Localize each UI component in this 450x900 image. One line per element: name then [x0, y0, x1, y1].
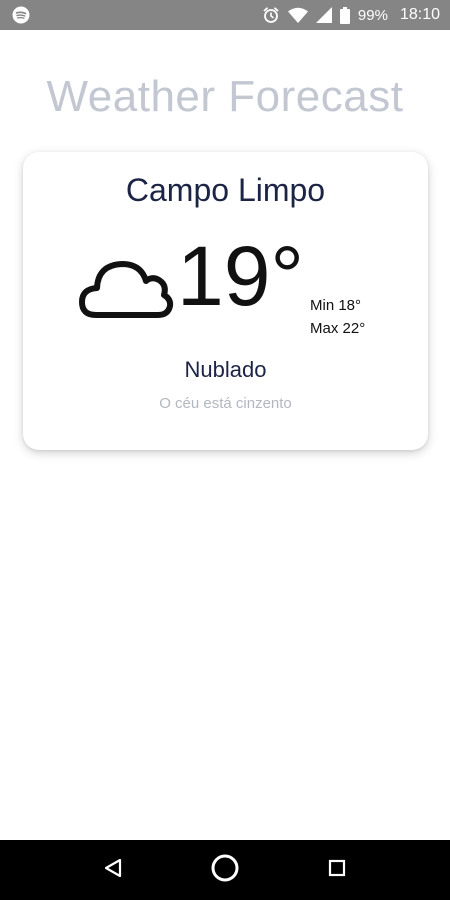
current-temperature: 19°: [177, 229, 305, 323]
recents-square-icon: [327, 858, 347, 883]
spotify-icon: [12, 6, 30, 24]
weather-card: Campo Limpo 19° Min 18° Max 22° Nublado …: [23, 152, 428, 450]
max-temperature: Max 22°: [310, 320, 366, 337]
weather-description: O céu está cinzento: [159, 395, 292, 412]
status-bar: 99% 18:10: [0, 0, 450, 30]
battery-percentage: 99%: [357, 6, 388, 24]
home-button[interactable]: [210, 853, 240, 888]
status-time: 18:10: [399, 6, 440, 23]
navigation-bar: [0, 840, 450, 900]
wifi-icon: [287, 7, 308, 23]
min-max-temperature: Min 18° Max 22°: [310, 294, 365, 340]
weather-condition: Nublado: [184, 357, 267, 382]
alarm-icon: [262, 6, 280, 24]
home-circle-icon: [210, 853, 240, 888]
back-button[interactable]: [98, 855, 128, 885]
page-title: Weather Forecast: [46, 72, 404, 121]
battery-icon: [339, 6, 350, 24]
back-triangle-icon: [103, 857, 123, 884]
signal-icon: [315, 7, 332, 23]
app-screen: 99% 18:10 Weather Forecast Campo Limpo 1…: [0, 0, 450, 900]
cloud-icon: [78, 255, 174, 321]
recents-button[interactable]: [322, 855, 352, 885]
min-temperature: Min 18°: [310, 297, 362, 314]
city-name: Campo Limpo: [125, 172, 326, 208]
